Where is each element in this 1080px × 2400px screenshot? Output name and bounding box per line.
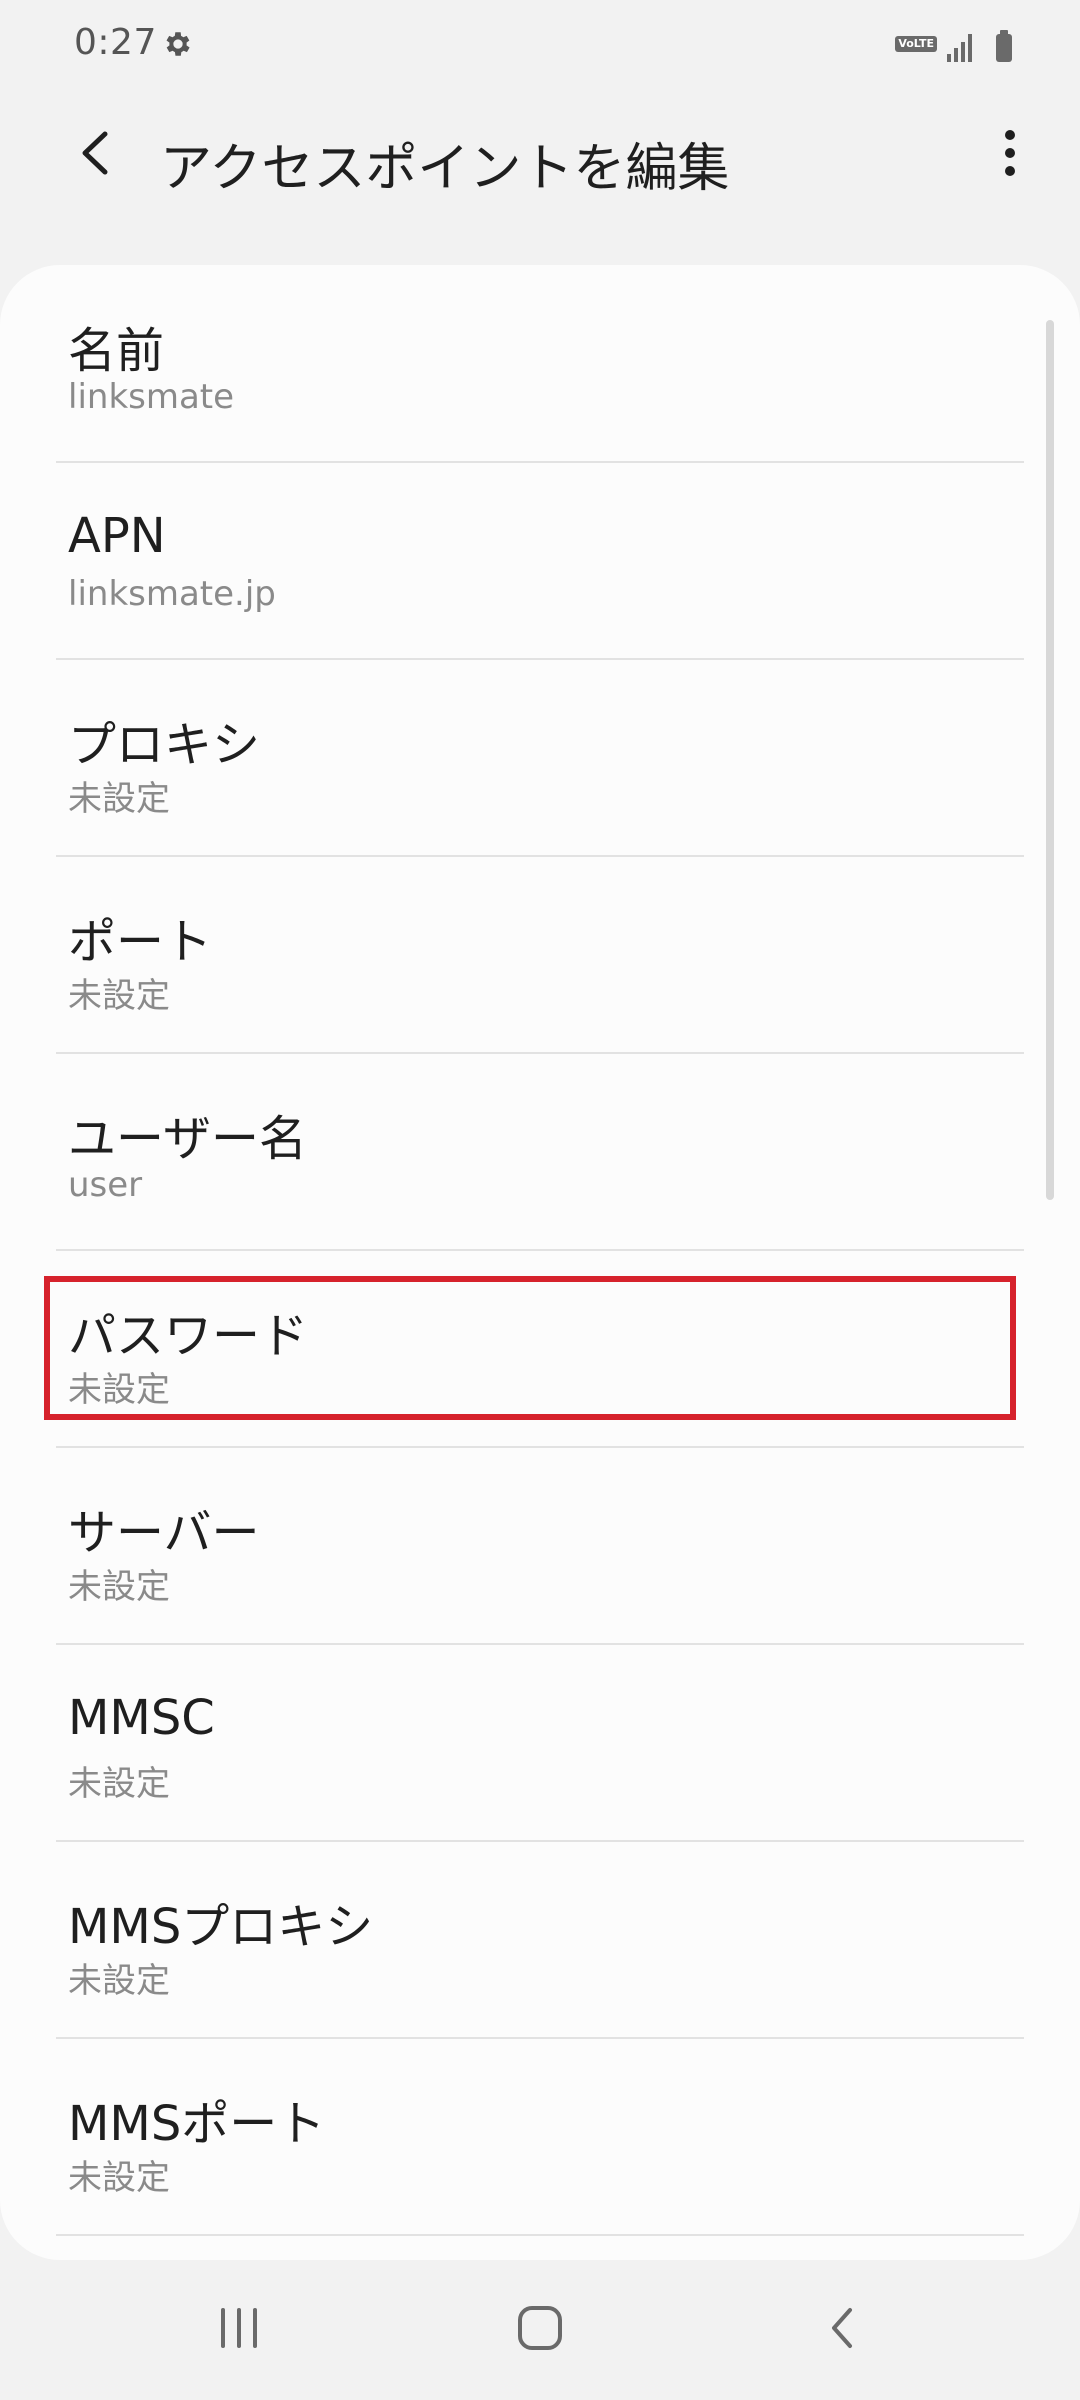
status-time: 0:27	[74, 22, 157, 63]
field-value: 未設定	[68, 2158, 170, 2198]
scrollbar[interactable]	[1046, 320, 1054, 1200]
page-title: アクセスポイントを編集	[160, 139, 730, 199]
field-title: プロキシ	[68, 717, 261, 773]
status-indicators: VoLTE	[895, 26, 1012, 62]
field-title: MMSポート	[68, 2096, 326, 2152]
home-icon	[518, 2306, 562, 2350]
field-value: linksmate.jp	[68, 574, 276, 614]
field-port[interactable]: ポート 未設定	[0, 856, 1080, 1052]
field-title: ポート	[68, 914, 213, 970]
field-apn[interactable]: APN linksmate.jp	[0, 462, 1080, 658]
status-bar: 0:27 VoLTE	[0, 0, 1080, 90]
signal-strength-icon	[947, 32, 972, 62]
field-title: APN	[68, 508, 166, 564]
more-vert-icon	[1005, 130, 1015, 176]
navigation-bar	[0, 2260, 1080, 2400]
field-title: サーバー	[68, 1505, 260, 1561]
app-bar: アクセスポイントを編集	[0, 100, 1080, 210]
field-title: 名前	[68, 323, 165, 379]
field-title: MMSプロキシ	[68, 1899, 374, 1955]
back-arrow-icon	[82, 131, 108, 175]
field-mms-proxy[interactable]: MMSプロキシ 未設定	[0, 1841, 1080, 2037]
volte-badge: VoLTE	[895, 36, 937, 52]
field-value: 未設定	[68, 1567, 170, 1607]
field-name[interactable]: 名前 linksmate	[0, 265, 1080, 461]
field-mmsc[interactable]: MMSC 未設定	[0, 1644, 1080, 1840]
back-button[interactable]	[60, 118, 130, 188]
recents-icon	[221, 2308, 257, 2348]
field-username[interactable]: ユーザー名 user	[0, 1053, 1080, 1249]
field-value: user	[68, 1165, 143, 1205]
more-options-button[interactable]	[980, 118, 1040, 188]
divider	[56, 2234, 1024, 2236]
field-value: 未設定	[68, 1764, 170, 1804]
nav-back-icon	[832, 2308, 852, 2348]
field-value: 未設定	[68, 1961, 170, 2001]
battery-icon	[996, 30, 1012, 62]
gear-icon	[166, 32, 190, 56]
field-value: linksmate	[68, 377, 235, 417]
recents-button[interactable]	[194, 2288, 284, 2368]
field-server[interactable]: サーバー 未設定	[0, 1447, 1080, 1643]
field-title: ユーザー名	[68, 1111, 308, 1167]
nav-back-button[interactable]	[797, 2288, 887, 2368]
home-button[interactable]	[495, 2288, 585, 2368]
apn-settings-card: 名前 linksmate APN linksmate.jp プロキシ 未設定 ポ…	[0, 265, 1080, 2260]
field-title: MMSC	[68, 1690, 215, 1746]
field-value: 未設定	[68, 779, 170, 819]
field-value: 未設定	[68, 976, 170, 1016]
field-mms-port[interactable]: MMSポート 未設定	[0, 2038, 1080, 2234]
highlight-frame	[44, 1276, 1016, 1420]
field-proxy[interactable]: プロキシ 未設定	[0, 659, 1080, 855]
